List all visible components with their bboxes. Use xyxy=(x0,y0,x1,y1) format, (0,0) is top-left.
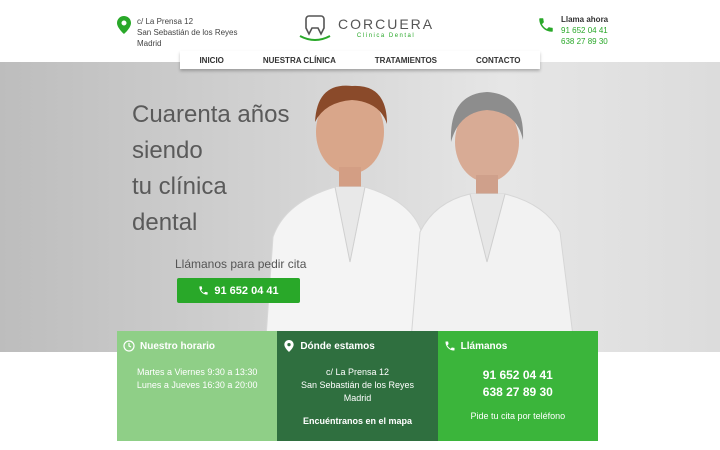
location-line: Madrid xyxy=(343,393,372,403)
logo-subtitle: Clínica Dental xyxy=(356,33,416,39)
address-line: Madrid xyxy=(137,39,162,48)
phone-number[interactable]: 91 652 04 41 xyxy=(561,25,608,36)
nav-item-tratamientos[interactable]: TRATAMIENTOS xyxy=(375,56,437,65)
hero-headline: Cuarenta años siendo tu clínica dental xyxy=(132,97,289,241)
nav-item-nuestra-clinica[interactable]: NUESTRA CLÍNICA xyxy=(263,56,336,65)
call-prompt: Llámanos para pedir cita xyxy=(175,257,307,271)
hero-banner: Cuarenta años siendo tu clínica dental L… xyxy=(0,62,720,352)
header-phone[interactable]: Llama ahora 91 652 04 41 638 27 89 30 xyxy=(537,14,608,47)
address-line: c/ La Prensa 12 xyxy=(137,17,194,26)
call-title: Llámanos xyxy=(460,340,508,352)
info-boxes: Nuestro horario Martes a Viernes 9:30 a … xyxy=(117,331,598,441)
call-button[interactable]: 91 652 04 41 xyxy=(177,278,300,303)
hours-line: Martes a Viernes 9:30 a 13:30 xyxy=(136,367,258,377)
main-nav: INICIO NUESTRA CLÍNICA TRATAMIENTOS CONT… xyxy=(180,51,540,69)
clinic-logo[interactable]: CORCUERA Clínica Dental xyxy=(298,14,434,42)
phone-number[interactable]: 638 27 89 30 xyxy=(561,36,608,47)
phone-icon xyxy=(445,341,455,351)
call-button-label: 91 652 04 41 xyxy=(214,284,279,297)
phone-icon xyxy=(539,18,553,32)
location-line: c/ La Prensa 12 xyxy=(325,367,390,377)
map-pin-icon xyxy=(284,340,294,352)
hours-box: Nuestro horario Martes a Viernes 9:30 a … xyxy=(117,331,278,441)
phone-icon xyxy=(199,286,208,295)
hours-title: Nuestro horario xyxy=(140,340,216,352)
phone-number[interactable]: 91 652 04 41 xyxy=(438,367,598,384)
dentists-photo xyxy=(264,85,576,352)
nav-item-contacto[interactable]: CONTACTO xyxy=(476,56,521,65)
call-now-label: Llama ahora xyxy=(561,15,609,24)
header-address: c/ La Prensa 12 San Sebastián de los Rey… xyxy=(117,16,238,49)
logo-name: CORCUERA xyxy=(338,16,435,32)
headline-line: tu clínica xyxy=(132,173,227,200)
location-line: San Sebastián de los Reyes xyxy=(300,380,415,390)
map-pin-icon xyxy=(117,16,131,34)
headline-line: Cuarenta años xyxy=(132,101,290,128)
call-box: Llámanos 91 652 04 41 638 27 89 30 Pide … xyxy=(437,331,598,441)
phone-number[interactable]: 638 27 89 30 xyxy=(438,384,598,401)
headline-line: dental xyxy=(132,209,198,236)
tooth-logo-icon xyxy=(299,15,331,41)
headline-line: siendo xyxy=(132,137,203,164)
call-cta: Pide tu cita por teléfono xyxy=(470,411,566,421)
location-title: Dónde estamos xyxy=(300,340,375,352)
address-line: San Sebastián de los Reyes xyxy=(137,28,238,37)
hours-line: Lunes a Jueves 16:30 a 20:00 xyxy=(136,380,258,390)
nav-item-inicio[interactable]: INICIO xyxy=(199,56,223,65)
clock-icon xyxy=(123,340,135,352)
location-box: Dónde estamos c/ La Prensa 12 San Sebast… xyxy=(277,331,438,441)
map-link[interactable]: Encuéntranos en el mapa xyxy=(277,416,437,426)
